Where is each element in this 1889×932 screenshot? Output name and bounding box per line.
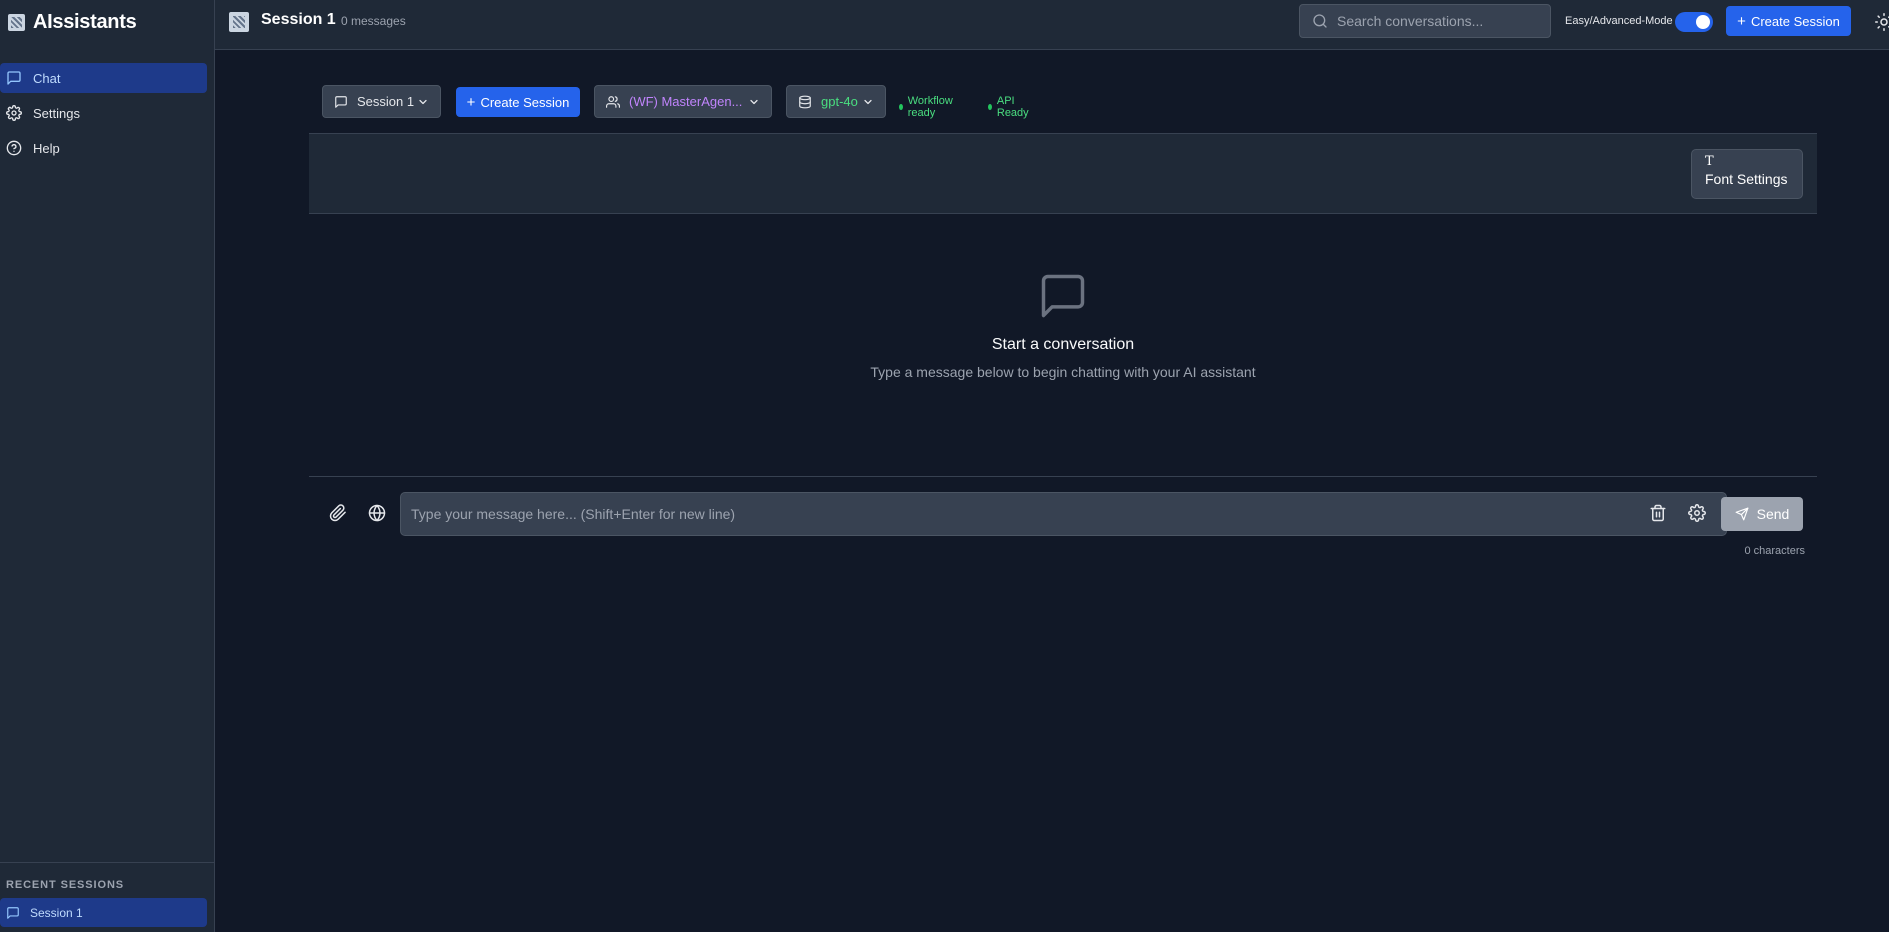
users-icon [606,95,620,108]
recent-sessions-title: RECENT SESSIONS [6,879,125,891]
chat-panel-header: T Font Settings [309,133,1817,214]
create-session-label: Create Session [480,94,570,110]
recent-session-item[interactable]: Session 1 [0,898,207,927]
model-select[interactable]: gpt-4o [786,85,886,118]
search-input[interactable] [1337,13,1537,29]
trash-icon[interactable] [1649,504,1667,522]
brand[interactable]: AIssistants [0,0,214,44]
agent-select[interactable]: (WF) MasterAgen... [594,85,772,118]
sidebar-item-chat[interactable]: Chat [0,63,207,93]
search-box[interactable] [1299,4,1551,38]
globe-icon[interactable] [368,504,386,522]
header-create-session-label: Create Session [1750,13,1840,29]
top-header: Session 1 0 messages Easy/Advanced-Mode … [215,0,1889,50]
gear-icon[interactable] [1688,504,1706,522]
toggle-knob [1696,15,1710,29]
message-composer: Send 0 characters [309,476,1817,557]
database-icon [799,95,811,108]
send-icon [1735,507,1749,521]
session-select[interactable]: Session 1 [322,85,441,118]
empty-state-title: Start a conversation [991,336,1135,353]
workflow-status: Workflow ready [899,95,955,119]
sidebar-item-label: Chat [33,70,61,86]
session-logo-icon [229,12,249,32]
sidebar: AIssistants Chat Settings Help RECENT SE… [0,0,215,932]
empty-state: Start a conversation Type a message belo… [309,270,1817,380]
chat-icon [335,95,347,108]
recent-session-label: Session 1 [30,905,83,920]
recent-sessions: RECENT SESSIONS Session 1 [0,862,214,927]
status-dot [988,104,992,110]
sun-icon[interactable] [1875,13,1889,31]
character-count: 0 characters [1744,545,1805,557]
gear-icon [6,105,22,121]
sidebar-item-label: Settings [33,105,80,121]
chat-bubble-icon [1041,274,1085,318]
mode-label: Easy/Advanced-Mode [1565,15,1673,27]
type-icon: T [1705,154,1714,169]
mode-toggle[interactable] [1675,12,1713,32]
chevron-down-icon [750,99,758,104]
plus-icon: + [466,93,476,111]
agent-select-value: (WF) MasterAgen... [629,94,743,109]
create-session-button[interactable]: + Create Session [456,87,580,117]
send-button[interactable]: Send [1721,497,1803,531]
page-title: Session 1 [261,11,336,28]
font-settings-button[interactable]: T Font Settings [1691,149,1803,199]
api-status: API Ready [988,95,1031,119]
chat-icon [7,906,19,919]
session-select-value: Session 1 [357,94,415,109]
sidebar-item-settings[interactable]: Settings [0,98,207,128]
sidebar-item-help[interactable]: Help [0,133,207,163]
paperclip-icon[interactable] [329,504,347,522]
chevron-down-icon [419,99,427,104]
chat-icon [7,71,21,85]
chevron-down-icon [864,99,872,104]
plus-icon: + [1737,12,1746,30]
app-title: AIssistants [33,10,137,33]
status-dot [899,104,903,110]
message-input[interactable] [400,492,1727,536]
help-icon [6,140,22,156]
workflow-status-label: Workflow ready [907,95,953,119]
sidebar-item-label: Help [33,140,60,156]
search-icon [1313,14,1327,28]
message-count: 0 messages [341,14,406,28]
header-create-session-button[interactable]: + Create Session [1726,6,1851,36]
font-settings-label: Font Settings [1705,171,1788,187]
app-logo-icon [8,13,25,31]
sidebar-nav: Chat Settings Help [0,63,207,168]
api-status-label: API Ready [996,95,1029,119]
empty-state-subtitle: Type a message below to begin chatting w… [870,364,1256,380]
model-select-value: gpt-4o [821,94,858,109]
send-label: Send [1756,506,1790,522]
